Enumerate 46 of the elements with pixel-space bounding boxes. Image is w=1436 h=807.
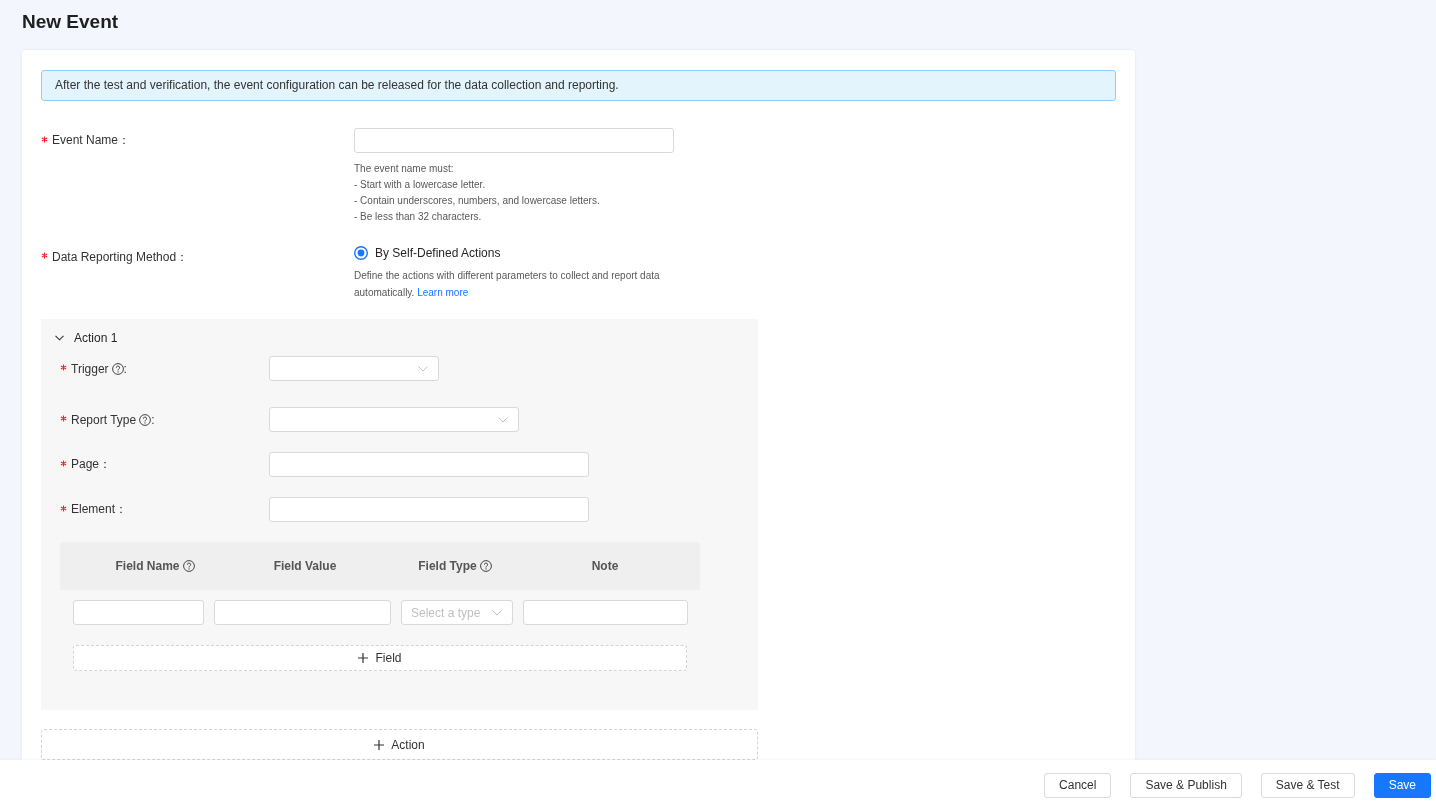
help-icon[interactable]	[479, 560, 492, 572]
hint-text: - Start with a lowercase letter.	[354, 178, 487, 192]
description-text: Define the actions with different parameters to collect and report data automatically. Learn more	[354, 269, 661, 300]
column-header: Field Value	[273, 559, 337, 573]
hint-text: The event name must:	[354, 162, 455, 176]
select-field[interactable]	[269, 407, 519, 432]
radio-button[interactable]	[354, 246, 368, 260]
action-header[interactable]: Action 1	[41, 329, 118, 347]
save-publish-button[interactable]: Save & Publish	[1130, 772, 1242, 798]
input-field[interactable]	[523, 600, 688, 625]
help-icon[interactable]	[139, 413, 152, 426]
info-alert: After the test and verification, the event configuration can be released for the data collection and reporting.	[41, 70, 1116, 101]
learn-more-link[interactable]: Learn more	[417, 287, 469, 298]
caret-icon	[492, 609, 502, 616]
hint-text: - Be less than 32 characters.	[354, 210, 483, 224]
input-field[interactable]	[269, 497, 589, 522]
save-test-button[interactable]: Save & Test	[1260, 772, 1355, 798]
column-header: Field Type	[418, 559, 477, 573]
input-field[interactable]	[269, 452, 589, 477]
radio-label: By Self-Defined Actions	[375, 246, 501, 260]
column-header: Note	[591, 559, 619, 573]
label-colon: :	[151, 412, 155, 427]
column-header: Field Name	[115, 559, 180, 573]
help-icon[interactable]	[182, 560, 195, 572]
input-field[interactable]	[354, 128, 674, 153]
field-label: Data Reporting Method：	[52, 248, 189, 266]
hint-text: - Contain underscores, numbers, and lowercase letters.	[354, 194, 600, 208]
add-field-button[interactable]: Field	[73, 645, 687, 671]
caret-icon	[498, 416, 508, 423]
field-label: Element：	[71, 501, 128, 518]
input-field[interactable]	[214, 600, 391, 625]
help-icon[interactable]	[111, 362, 124, 375]
field-label: Event Name：	[52, 132, 131, 149]
field-label: Report Type	[71, 412, 137, 427]
field-label: Page：	[71, 456, 112, 473]
input-field[interactable]	[73, 600, 204, 625]
select-field[interactable]	[269, 356, 439, 381]
page-title: New Event	[22, 11, 119, 33]
plus-icon	[374, 739, 385, 750]
save-button[interactable]: Save	[1373, 772, 1431, 798]
label-colon: :	[123, 361, 127, 376]
plus-icon	[358, 653, 369, 663]
cancel-button[interactable]: Cancel	[1044, 772, 1112, 798]
caret-icon	[418, 365, 428, 372]
field-label: Trigger	[71, 361, 109, 376]
add-action-button[interactable]: Action	[41, 729, 758, 760]
